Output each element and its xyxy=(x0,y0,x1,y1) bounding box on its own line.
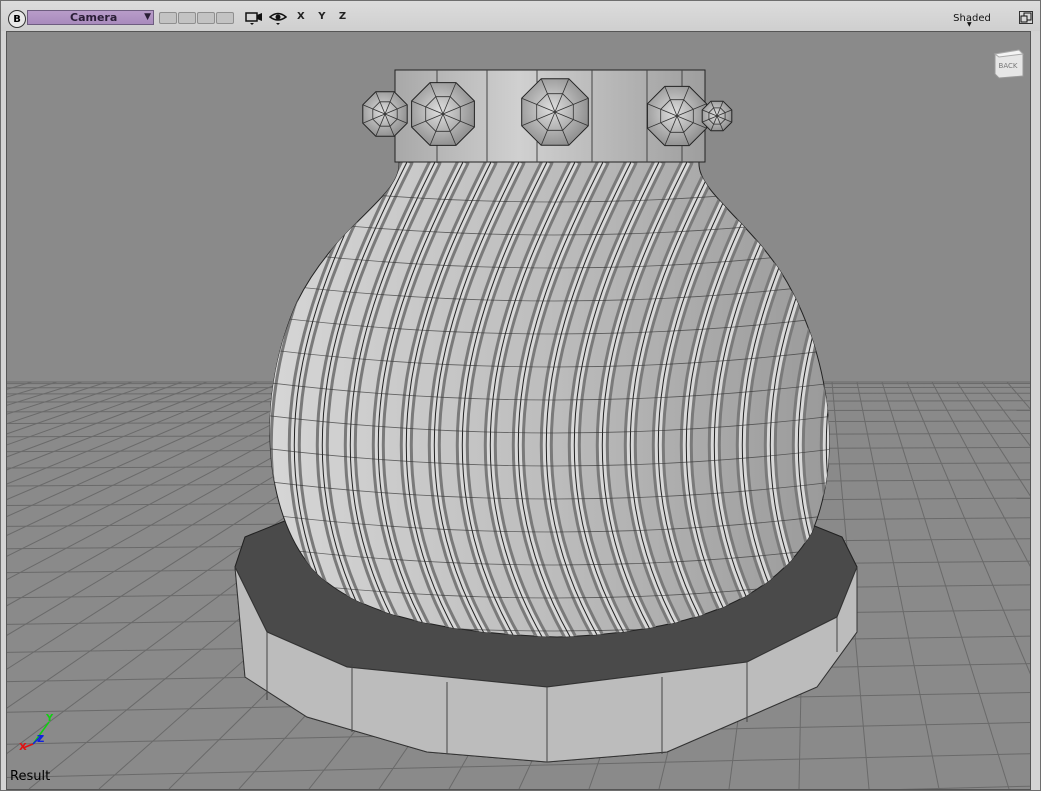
eye-icon[interactable] xyxy=(269,10,287,26)
camera-dropdown[interactable]: Camera ▼ xyxy=(27,10,154,25)
camera-dropdown-label: Camera xyxy=(70,11,118,24)
rim-knob xyxy=(362,91,408,137)
bookmark-slot[interactable] xyxy=(159,12,177,24)
rim-knob xyxy=(521,78,589,146)
rim-knob xyxy=(646,85,708,147)
axis-gizmo-icon: Y X Z xyxy=(19,708,59,753)
bookmark-slot[interactable] xyxy=(178,12,196,24)
vase-rim xyxy=(362,69,733,163)
view-cube-label: BACK xyxy=(999,62,1018,70)
chevron-down-icon: ▼ xyxy=(144,12,151,22)
panel-menu-button[interactable]: B xyxy=(8,10,26,28)
view-cube-icon[interactable]: BACK xyxy=(991,46,1025,80)
axis-y-label: Y xyxy=(45,713,54,724)
maximize-icon[interactable] xyxy=(1019,11,1033,24)
axis-x-label: X xyxy=(19,742,27,753)
scene-canvas[interactable] xyxy=(7,32,1030,789)
viewport-panel: B Camera ▼ X Y Z Shaded ▼ BACK Y X Z Res… xyxy=(0,0,1041,791)
camera-icon[interactable] xyxy=(245,10,263,26)
bookmark-slot[interactable] xyxy=(216,12,234,24)
3d-viewport[interactable]: BACK Y X Z Result xyxy=(6,31,1031,790)
viewport-toolbar: B Camera ▼ X Y Z Shaded ▼ xyxy=(1,1,1040,31)
shading-dropdown[interactable]: Shaded ▼ xyxy=(949,10,995,29)
chevron-down-icon: ▼ xyxy=(967,21,972,28)
rim-knob xyxy=(411,82,475,146)
render-layer-label: Result xyxy=(10,769,51,784)
bookmark-slot[interactable] xyxy=(197,12,215,24)
axis-z-label: Z xyxy=(37,734,44,745)
rim-knob xyxy=(701,100,733,132)
axis-toggle-buttons[interactable]: X Y Z xyxy=(297,11,351,22)
